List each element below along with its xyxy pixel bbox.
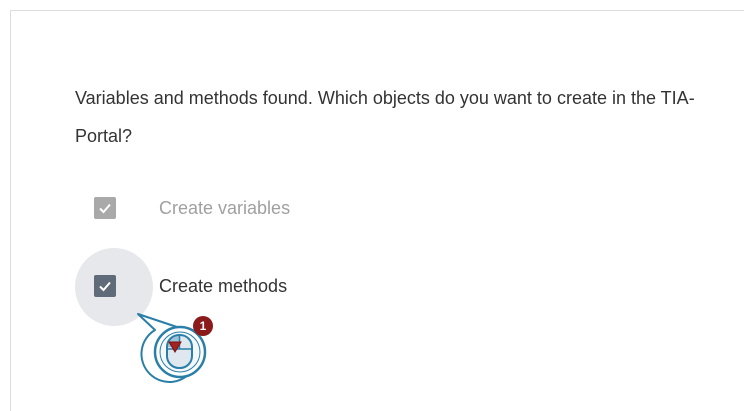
create-variables-label: Create variables [159,197,291,218]
create-methods-checkbox[interactable] [94,275,116,297]
create-variables-checkbox [94,197,116,219]
create-methods-label[interactable]: Create methods [159,276,287,297]
checkmark-icon [99,281,111,292]
dialog-message: Variables and methods found. Which objec… [75,88,695,146]
option-create-methods[interactable]: Create methods [94,271,287,301]
option-create-variables: Create variables [94,193,290,223]
mouse-click-cursor-icon [125,305,225,387]
step-badge: 1 [193,316,213,336]
checkmark-icon [99,203,111,214]
